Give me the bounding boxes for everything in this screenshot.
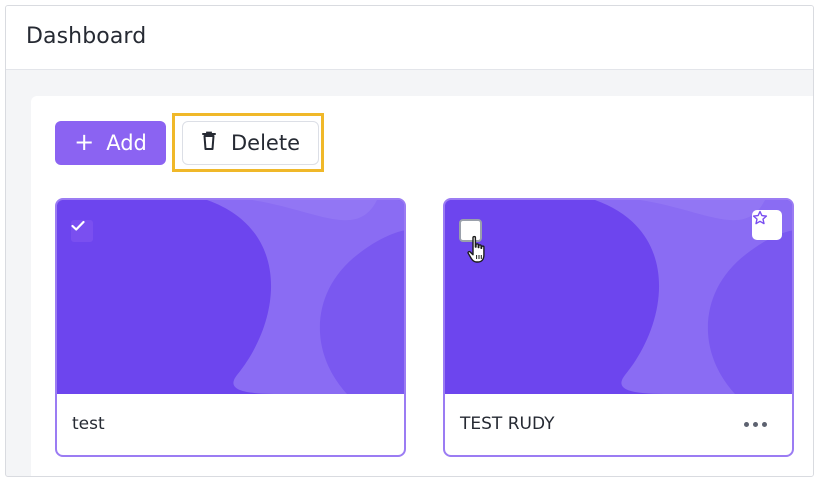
dashboard-window: Dashboard + Add Delete test TEST RUDY [5, 5, 814, 477]
favorite-button[interactable] [752, 210, 782, 240]
card-title[interactable]: test [72, 414, 105, 434]
star-icon [752, 210, 768, 225]
page-title: Dashboard [26, 24, 147, 49]
delete-button-label: Delete [231, 131, 300, 155]
dashboard-card[interactable]: TEST RUDY [443, 198, 794, 457]
card-thumbnail [57, 200, 404, 394]
more-horizontal-icon[interactable] [740, 414, 770, 434]
dashboard-panel: + Add Delete test TEST RUDY [31, 96, 813, 476]
dashboard-card[interactable]: test [55, 198, 406, 457]
check-icon [71, 220, 85, 231]
card-title[interactable]: TEST RUDY [460, 414, 555, 434]
delete-button[interactable]: Delete [182, 121, 319, 165]
trash-icon [201, 131, 217, 156]
add-button-label: Add [106, 131, 147, 155]
add-button[interactable]: + Add [55, 121, 166, 165]
card-thumbnail [445, 200, 792, 394]
page-header: Dashboard [6, 6, 813, 70]
card-select-checkbox[interactable] [71, 220, 93, 242]
plus-icon: + [74, 128, 95, 156]
